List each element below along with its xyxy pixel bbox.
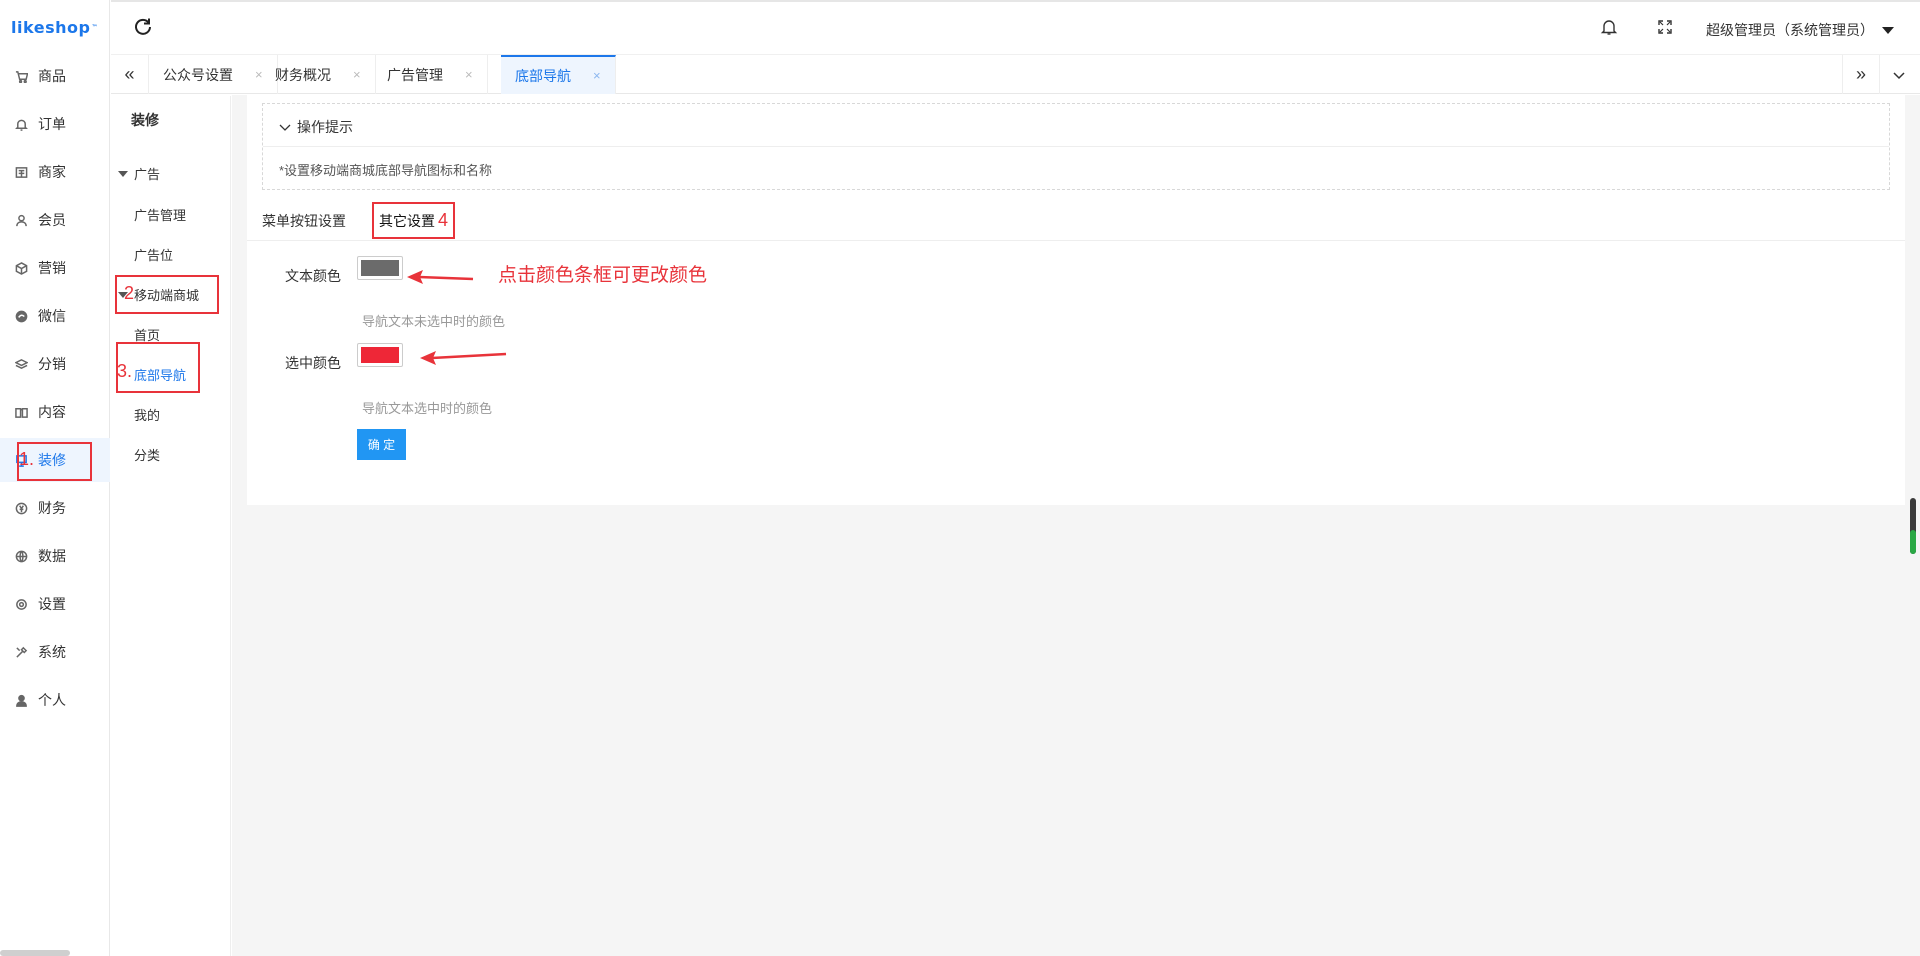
tabs-scroll-left-icon[interactable]: « xyxy=(111,55,149,94)
annotation-note: 点击颜色条框可更改颜色 xyxy=(498,265,708,286)
bell-icon xyxy=(14,117,28,131)
subitem-category[interactable]: 分类 xyxy=(134,445,160,464)
selected-color-label: 选中颜色 xyxy=(285,355,341,371)
tab-finance[interactable]: 财务概况 × xyxy=(261,55,376,94)
selected-color-hint: 导航文本选中时的颜色 xyxy=(362,401,493,416)
close-icon[interactable]: × xyxy=(465,67,473,82)
tab-label: 底部导航 xyxy=(515,67,571,84)
fullscreen-icon[interactable] xyxy=(1656,18,1674,36)
layers-icon xyxy=(14,357,28,371)
user-icon xyxy=(14,213,28,227)
shop-icon xyxy=(14,165,28,179)
sidebar-item-label: 商品 xyxy=(38,68,66,84)
cart-icon xyxy=(14,69,28,83)
annotation-arrow-1 xyxy=(407,270,474,284)
notification-bell-icon[interactable] xyxy=(1600,18,1618,36)
tab-menu-button-settings[interactable]: 菜单按钮设置 xyxy=(262,211,346,231)
sidebar-item-gear[interactable]: 设置 xyxy=(0,582,110,626)
annotation-number-3: 3. xyxy=(117,361,133,381)
sidebar-item-label: 设置 xyxy=(38,596,66,612)
page-tabs: « 公众号设置 × 财务概况 × 广告管理 × 底部导航 × » xyxy=(111,54,1920,94)
tip-title: 操作提示 xyxy=(297,119,353,135)
sidebar-item-label: 会员 xyxy=(38,212,66,228)
subsidebar-title: 装修 xyxy=(131,112,159,128)
confirm-button[interactable]: 确 定 xyxy=(357,429,406,460)
subgroup-label: 广告 xyxy=(134,167,161,182)
sidebar-item-cart[interactable]: 商品 xyxy=(0,54,110,98)
triangle-down-icon xyxy=(118,170,128,177)
wechat-icon xyxy=(14,309,28,323)
text-color-picker[interactable] xyxy=(357,256,403,280)
sidebar-item-label: 财务 xyxy=(38,500,66,516)
close-icon[interactable]: × xyxy=(593,68,601,83)
annotation-number-4: 4 xyxy=(438,210,449,230)
close-icon[interactable]: × xyxy=(353,67,361,82)
tab-bottom-nav[interactable]: 底部导航 × xyxy=(501,55,616,94)
yen-icon xyxy=(14,501,28,515)
user-menu[interactable]: 超级管理员（系统管理员） xyxy=(1706,20,1894,40)
person-icon xyxy=(14,693,28,707)
sidebar-item-layers[interactable]: 分销 xyxy=(0,342,110,386)
sidebar-item-shop[interactable]: 商家 xyxy=(0,150,110,194)
annotation-arrow-2 xyxy=(420,351,507,365)
sidebar-item-cube[interactable]: 营销 xyxy=(0,246,110,290)
tab-label: 广告管理 xyxy=(387,66,443,83)
text-color-hint: 导航文本未选中时的颜色 xyxy=(362,314,506,329)
book-icon xyxy=(14,405,28,419)
tabs-dropdown-icon[interactable] xyxy=(1880,55,1918,94)
secondary-sidebar: 装修 广告 广告管理 广告位 移动端商城 首页 底部导航 我的 分类 xyxy=(111,96,231,956)
operation-tip-box: 操作提示 *设置移动端商城底部导航图标和名称 xyxy=(262,103,1890,190)
selected-color-picker[interactable] xyxy=(357,343,403,367)
sidebar-item-yen[interactable]: 财务 xyxy=(0,486,110,530)
divider xyxy=(263,146,1889,147)
sidebar-item-wechat[interactable]: 微信 xyxy=(0,294,110,338)
sidebar-item-tools[interactable]: 系统 xyxy=(0,630,110,674)
sidebar-item-label: 订单 xyxy=(38,116,66,132)
sidebar-item-label: 个人 xyxy=(38,692,66,708)
sidebar-item-label: 内容 xyxy=(38,404,66,420)
tab-label: 公众号设置 xyxy=(163,66,233,83)
subgroup-ad[interactable]: 广告 xyxy=(118,164,160,183)
sidebar-item-label: 微信 xyxy=(38,308,66,324)
annotation-number-2: 2 xyxy=(124,283,135,303)
sidebar-item-bell[interactable]: 订单 xyxy=(0,102,110,146)
subitem-mine[interactable]: 我的 xyxy=(134,405,160,424)
logo-text: likeshop xyxy=(11,17,91,37)
tab-gongzhonghao[interactable]: 公众号设置 × xyxy=(149,55,278,94)
tip-header[interactable]: 操作提示 xyxy=(279,117,353,137)
text-color-label: 文本颜色 xyxy=(285,268,341,284)
chevron-down-icon xyxy=(279,124,291,131)
annotation-number-1: 1. xyxy=(19,449,35,469)
content-tabs: 菜单按钮设置 其它设置 xyxy=(247,201,1905,241)
sidebar-item-label: 系统 xyxy=(38,644,66,660)
tabs-scroll-right-icon[interactable]: » xyxy=(1842,55,1880,94)
logo[interactable]: likeshop ™ xyxy=(0,0,109,54)
sidebar-item-label: 分销 xyxy=(38,356,66,372)
sidebar-item-label: 商家 xyxy=(38,164,66,180)
selected-color-swatch xyxy=(361,347,399,363)
refresh-icon[interactable] xyxy=(133,16,153,36)
tab-ad-management[interactable]: 广告管理 × xyxy=(373,55,488,94)
sidebar-item-label: 数据 xyxy=(38,548,66,564)
scrollbar-indicator xyxy=(1910,530,1916,554)
tip-body: *设置移动端商城底部导航图标和名称 xyxy=(279,163,493,178)
sidebar-item-book[interactable]: 内容 xyxy=(0,390,110,434)
caret-down-icon xyxy=(1882,26,1894,34)
top-header: 超级管理员（系统管理员） xyxy=(111,0,1920,54)
text-color-swatch xyxy=(361,260,399,276)
sidebar-item-user[interactable]: 会员 xyxy=(0,198,110,242)
gear-icon xyxy=(14,597,28,611)
subitem-ad-position[interactable]: 广告位 xyxy=(134,245,173,264)
user-name: 超级管理员（系统管理员） xyxy=(1706,22,1874,38)
logo-tm: ™ xyxy=(91,23,98,31)
sidebar-item-label: 营销 xyxy=(38,260,66,276)
sidebar-item-globe[interactable]: 数据 xyxy=(0,534,110,578)
sidebar-item-person[interactable]: 个人 xyxy=(0,678,110,722)
cube-icon xyxy=(14,261,28,275)
tab-label: 财务概况 xyxy=(275,66,331,83)
subitem-ad-management[interactable]: 广告管理 xyxy=(134,205,186,224)
horizontal-scrollbar[interactable] xyxy=(0,950,70,956)
globe-icon xyxy=(14,549,28,563)
tools-icon xyxy=(14,645,28,659)
